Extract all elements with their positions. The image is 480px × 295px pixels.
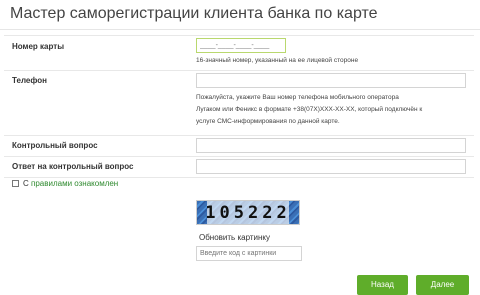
- card-number-hint: 16-значный номер, указанный на ее лицево…: [196, 57, 359, 64]
- back-button[interactable]: Назад: [357, 275, 408, 295]
- terms-agreement: С правилами ознакомлен: [12, 179, 118, 188]
- captcha-image: 105222: [196, 200, 300, 225]
- next-button[interactable]: Далее: [416, 275, 469, 295]
- terms-prefix: С: [23, 179, 31, 188]
- card-number-input[interactable]: [196, 38, 286, 53]
- phone-hint-line-1: Пожалуйста, укажите Ваш номер телефона м…: [196, 94, 399, 101]
- page-title: Мастер саморегистрации клиента банка по …: [10, 5, 378, 22]
- title-divider: [0, 29, 480, 30]
- captcha-input[interactable]: [196, 246, 302, 261]
- card-number-label: Номер карты: [12, 42, 65, 51]
- refresh-captcha-link[interactable]: Обновить картинку: [199, 233, 270, 242]
- security-answer-input[interactable]: [196, 159, 466, 174]
- captcha-code: 105222: [205, 201, 291, 224]
- terms-checkbox[interactable]: [12, 180, 19, 187]
- phone-label: Телефон: [12, 76, 47, 85]
- terms-link[interactable]: правилами ознакомлен: [31, 179, 118, 188]
- phone-hint-line-2: Лугаком или Феникс в формате +38(07X)XXX…: [196, 106, 423, 113]
- phone-input[interactable]: [196, 73, 466, 88]
- security-answer-label: Ответ на контрольный вопрос: [12, 162, 134, 171]
- security-question-input[interactable]: [196, 138, 466, 153]
- security-question-label: Контрольный вопрос: [12, 141, 98, 150]
- divider: [4, 177, 474, 178]
- phone-hint-line-3: услуге СМС-информирования по данной карт…: [196, 118, 340, 125]
